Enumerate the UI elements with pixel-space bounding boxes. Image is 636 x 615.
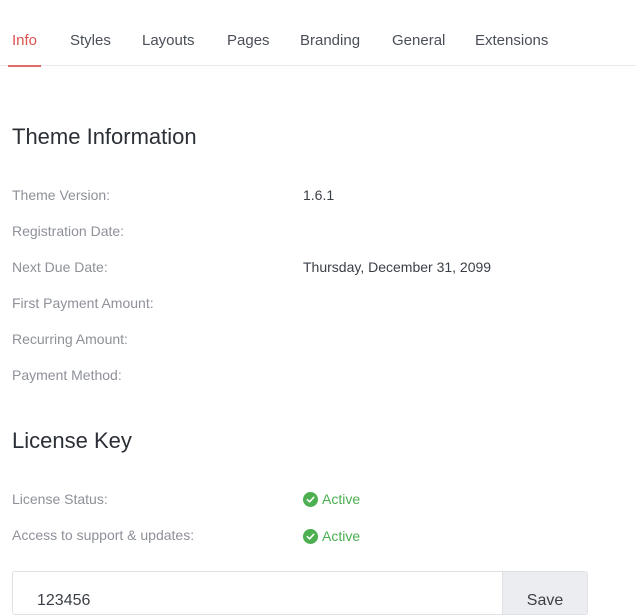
tab-info[interactable]: Info xyxy=(8,31,42,67)
tab-branding-label: Branding xyxy=(300,32,361,49)
theme-version-value: 1.6.1 xyxy=(303,187,335,203)
next-due-date-value: Thursday, December 31, 2099 xyxy=(303,259,492,275)
active-tab-indicator xyxy=(8,65,42,67)
theme-version-label: Theme Version: xyxy=(12,187,111,203)
tab-pages[interactable]: Pages xyxy=(227,31,270,66)
tab-info-label: Info xyxy=(12,32,38,49)
support-updates-label: Access to support & updates: xyxy=(12,527,195,543)
license-status-text: Active xyxy=(322,491,361,507)
settings-tabs: Info Styles Layouts Pages Branding Gener… xyxy=(0,0,636,67)
tab-general[interactable]: General xyxy=(392,31,445,66)
check-circle-icon xyxy=(303,491,318,507)
license-key-input[interactable] xyxy=(13,572,503,614)
check-circle-icon xyxy=(303,528,318,544)
next-due-date-label: Next Due Date: xyxy=(12,259,108,275)
support-updates-badge: Active xyxy=(303,527,360,545)
first-payment-amount-label: First Payment Amount: xyxy=(12,295,154,311)
payment-method-label: Payment Method: xyxy=(12,367,122,383)
tab-pages-label: Pages xyxy=(227,32,270,49)
tab-general-label: General xyxy=(392,32,446,49)
tab-extensions[interactable]: Extensions xyxy=(475,31,548,66)
tab-layouts-label: Layouts xyxy=(142,32,195,49)
recurring-amount-label: Recurring Amount: xyxy=(12,331,128,347)
license-key-form: Save xyxy=(12,571,588,615)
theme-information-heading: Theme Information xyxy=(12,124,197,149)
tab-layouts[interactable]: Layouts xyxy=(142,31,195,66)
license-key-heading: License Key xyxy=(12,428,132,453)
license-status-label: License Status: xyxy=(12,491,108,507)
checkmark-glyph xyxy=(306,533,315,540)
save-button[interactable]: Save xyxy=(502,572,587,614)
checkmark-glyph xyxy=(306,496,315,503)
tab-branding[interactable]: Branding xyxy=(300,31,360,66)
license-status-badge: Active xyxy=(303,490,360,508)
registration-date-label: Registration Date: xyxy=(12,223,125,239)
tab-styles[interactable]: Styles xyxy=(70,31,111,66)
tab-styles-label: Styles xyxy=(70,32,111,49)
tab-extensions-label: Extensions xyxy=(475,32,549,49)
support-updates-status-text: Active xyxy=(322,528,361,544)
